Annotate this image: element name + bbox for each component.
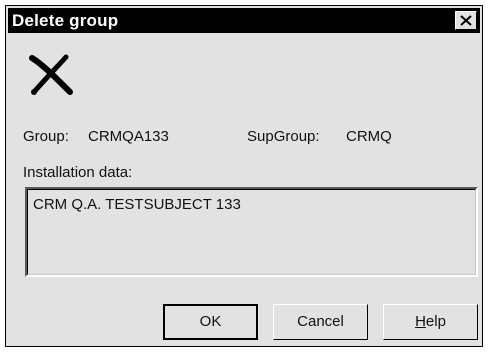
installation-data-label: Installation data: xyxy=(23,164,133,181)
supgroup-label: SupGroup: xyxy=(247,128,320,145)
delete-x-icon xyxy=(29,54,73,95)
installation-data-field-inner: CRM Q.A. TESTSUBJECT 133 xyxy=(27,189,476,275)
help-button[interactable]: Help xyxy=(383,304,478,340)
help-mnemonic: H xyxy=(415,313,426,330)
help-label-rest: elp xyxy=(425,313,446,330)
delete-group-dialog: Delete group Group: CRMQA133 SupGroup: C… xyxy=(5,5,483,347)
close-icon xyxy=(460,15,472,26)
ok-button[interactable]: OK xyxy=(163,304,258,340)
cancel-button[interactable]: Cancel xyxy=(273,304,368,340)
installation-data-value: CRM Q.A. TESTSUBJECT 133 xyxy=(33,196,241,213)
supgroup-value: CRMQ xyxy=(346,128,392,145)
installation-data-field[interactable]: CRM Q.A. TESTSUBJECT 133 xyxy=(25,187,478,277)
group-value: CRMQA133 xyxy=(88,128,169,145)
dialog-title: Delete group xyxy=(12,11,119,30)
title-bar[interactable]: Delete group xyxy=(8,8,480,33)
group-label: Group: xyxy=(23,128,69,145)
close-button[interactable] xyxy=(455,11,477,30)
